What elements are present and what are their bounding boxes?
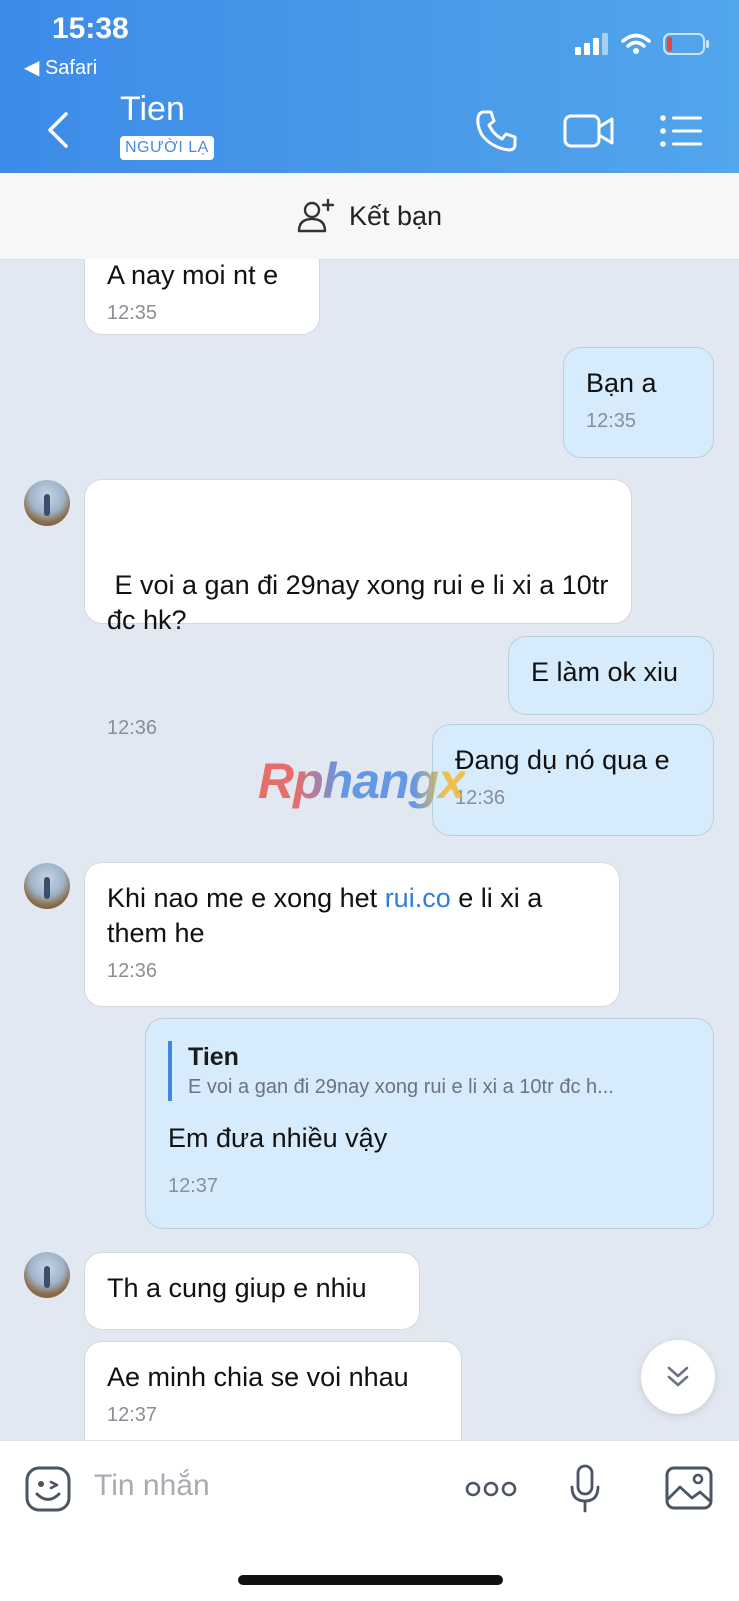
add-user-icon — [297, 198, 335, 233]
quoted-sender: Tien — [188, 1043, 239, 1071]
message-text: Khi nao me e xong het rui.co e li xi a t… — [107, 881, 597, 951]
message-input[interactable]: Tin nhắn — [94, 1469, 210, 1503]
message-time: 12:36 — [107, 960, 158, 982]
stranger-badge: NGƯỜI LẠ — [120, 136, 214, 160]
wifi-icon — [621, 33, 651, 54]
message-text: E làm ok xiu — [531, 657, 679, 687]
microphone-icon[interactable] — [568, 1463, 602, 1515]
contact-name[interactable]: Tien — [120, 90, 185, 129]
image-gallery-icon[interactable] — [664, 1465, 714, 1511]
status-time: 15:38 — [52, 12, 129, 45]
message-time: 12:36 — [455, 787, 506, 809]
incoming-message[interactable]: Ae minh chia se voi nhau 12:37 — [84, 1341, 462, 1440]
quoted-text: E voi a gan đi 29nay xong rui e li xi a … — [188, 1076, 614, 1098]
avatar[interactable] — [24, 480, 70, 526]
back-arrow-icon[interactable] — [40, 108, 80, 152]
quoted-message[interactable]: Tien E voi a gan đi 29nay xong rui e li … — [168, 1041, 691, 1101]
message-text: Ae minh chia se voi nhau — [107, 1362, 409, 1392]
message-text: Đang dụ nó qua e — [455, 745, 670, 775]
phone-call-icon[interactable] — [474, 108, 520, 154]
add-friend-label: Kết bạn — [348, 200, 443, 231]
message-text: Em đưa nhiều vậy — [168, 1123, 388, 1153]
outgoing-message[interactable]: Đang dụ nó qua e 12:36 — [432, 724, 714, 836]
message-text: E voi a gan đi 29nay xong rui e li xi a … — [107, 570, 616, 635]
home-indicator[interactable] — [238, 1575, 503, 1585]
menu-list-icon[interactable] — [658, 108, 704, 154]
sticker-icon[interactable] — [24, 1465, 72, 1513]
watermark-logo: Rphangx — [258, 753, 466, 809]
outgoing-reply-message[interactable]: Tien E voi a gan đi 29nay xong rui e li … — [145, 1018, 714, 1229]
status-indicators — [575, 32, 711, 56]
avatar[interactable] — [24, 1252, 70, 1298]
incoming-message[interactable]: Th a cung giup e nhiu — [84, 1252, 420, 1330]
incoming-message[interactable]: Khi nao me e xong het rui.co e li xi a t… — [84, 862, 620, 1007]
outgoing-message[interactable]: E làm ok xiu — [508, 636, 714, 715]
message-time: 12:35 — [107, 302, 158, 324]
scroll-to-bottom-button[interactable] — [641, 1340, 715, 1414]
battery-icon — [663, 33, 709, 55]
message-link[interactable]: rui.co — [385, 883, 451, 913]
message-time: 12:35 — [586, 410, 637, 432]
video-call-icon[interactable] — [562, 108, 616, 154]
message-text: Bạn a — [586, 368, 657, 398]
message-text: A nay moi nt e — [107, 260, 279, 290]
add-friend-button[interactable]: Kết bạn — [0, 173, 739, 260]
avatar[interactable] — [24, 863, 70, 909]
incoming-message[interactable]: A nay moi nt e 12:35 — [84, 259, 320, 335]
back-to-safari-link[interactable]: ◀ Safari — [24, 55, 97, 80]
message-text: Th a cung giup e nhiu — [107, 1273, 367, 1303]
message-list[interactable]: A nay moi nt e 12:35 Bạn a 12:35 E voi a… — [0, 259, 739, 1440]
outgoing-message[interactable]: Bạn a 12:35 — [563, 347, 714, 458]
message-text-part: Khi nao me e xong het — [107, 883, 385, 913]
signal-icon — [575, 33, 608, 55]
more-options-icon[interactable] — [464, 1479, 518, 1499]
message-time: 12:37 — [107, 1404, 158, 1426]
incoming-message[interactable]: E voi a gan đi 29nay xong rui e li xi a … — [84, 479, 632, 739]
double-chevron-down-icon — [667, 1366, 689, 1387]
message-time: 12:37 — [168, 1175, 219, 1197]
chat-header: 15:38 ◀ Safari Tien NGƯỜI LẠ — [0, 0, 739, 173]
